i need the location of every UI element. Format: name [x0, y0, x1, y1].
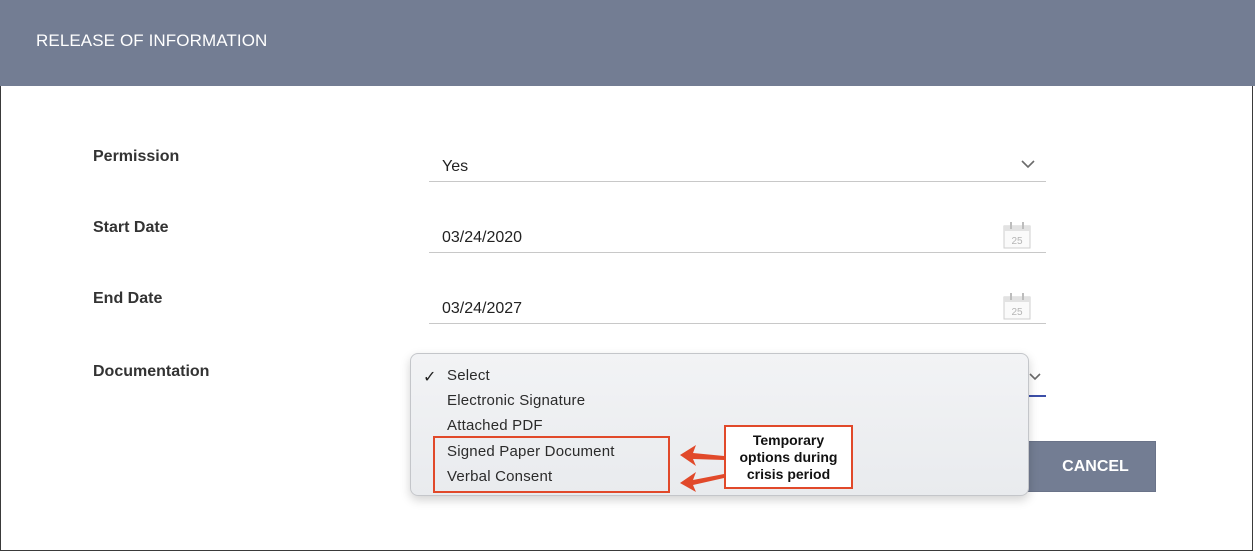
end-date-input[interactable]: 03/24/2027 25: [429, 288, 1046, 324]
end-date-label: End Date: [93, 290, 163, 307]
calendar-day: 25: [1011, 236, 1023, 247]
calendar-icon[interactable]: 25: [1002, 291, 1032, 321]
documentation-focus-underline: [1028, 395, 1046, 397]
menu-option-select[interactable]: Select: [447, 367, 490, 384]
chevron-down-icon: [1021, 160, 1035, 169]
menu-option-attached-pdf[interactable]: Attached PDF: [447, 417, 543, 434]
documentation-label: Documentation: [93, 363, 210, 380]
calendar-day: 25: [1011, 307, 1023, 318]
annotation-highlight-box: [433, 436, 670, 493]
permission-label: Permission: [93, 148, 180, 165]
start-date-input[interactable]: 03/24/2020 25: [429, 217, 1046, 253]
page-title: RELEASE OF INFORMATION: [36, 31, 268, 50]
chevron-down-icon[interactable]: [1028, 370, 1042, 382]
calendar-icon[interactable]: 25: [1002, 220, 1032, 250]
annotation-callout: Temporary options during crisis period: [724, 425, 853, 489]
permission-value: Yes: [442, 158, 469, 175]
checkmark-icon: ✓: [423, 369, 437, 386]
cancel-button[interactable]: CANCEL: [1028, 441, 1156, 492]
start-date-value: 03/24/2020: [442, 229, 523, 246]
menu-option-electronic-signature[interactable]: Electronic Signature: [447, 392, 585, 409]
annotation-text: Temporary options during crisis period: [739, 431, 838, 482]
cancel-button-label: CANCEL: [1062, 457, 1129, 475]
start-date-label: Start Date: [93, 219, 169, 236]
annotation-arrows-icon: [680, 445, 724, 492]
permission-select[interactable]: Yes: [429, 146, 1046, 182]
end-date-value: 03/24/2027: [442, 300, 523, 317]
page-header: RELEASE OF INFORMATION: [0, 0, 1255, 86]
